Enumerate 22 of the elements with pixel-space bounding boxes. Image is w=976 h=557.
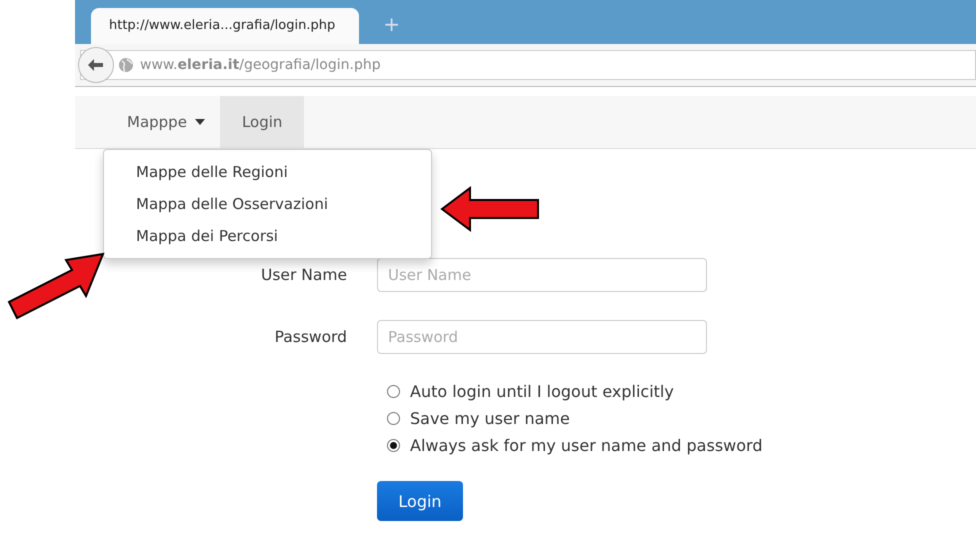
caret-icon xyxy=(194,119,205,125)
url-text: www.eleria.it/geografia/login.php xyxy=(140,57,381,73)
browser-tab[interactable]: http://www.eleria...grafia/login.php xyxy=(91,8,360,44)
menu-item[interactable]: Mappa dei Percorsi xyxy=(104,220,431,252)
menu-item[interactable]: Mappe delle Regioni xyxy=(104,156,431,188)
back-button[interactable] xyxy=(78,47,114,83)
nav-item[interactable]: Login xyxy=(220,96,304,148)
input-field[interactable]: User Name xyxy=(377,258,707,292)
radio-button[interactable] xyxy=(387,412,400,425)
nav-item[interactable]: Mapppe xyxy=(112,96,220,148)
field-label: Password xyxy=(274,328,348,346)
radio-label: Always ask for my user name and password xyxy=(410,436,762,455)
radio-button[interactable] xyxy=(387,385,400,398)
radio-label: Save my user name xyxy=(410,409,570,428)
globe-icon xyxy=(118,57,134,73)
input-field[interactable]: Password xyxy=(377,320,707,354)
radio-label: Auto login until I logout explicitly xyxy=(410,382,674,401)
radio-button[interactable] xyxy=(387,439,400,452)
address-bar[interactable]: www.eleria.it/geografia/login.php xyxy=(80,50,976,80)
login-button[interactable]: Login xyxy=(377,481,463,521)
menu-item[interactable]: Mappa delle Osservazioni xyxy=(104,188,431,220)
field-label: User Name xyxy=(260,266,348,284)
